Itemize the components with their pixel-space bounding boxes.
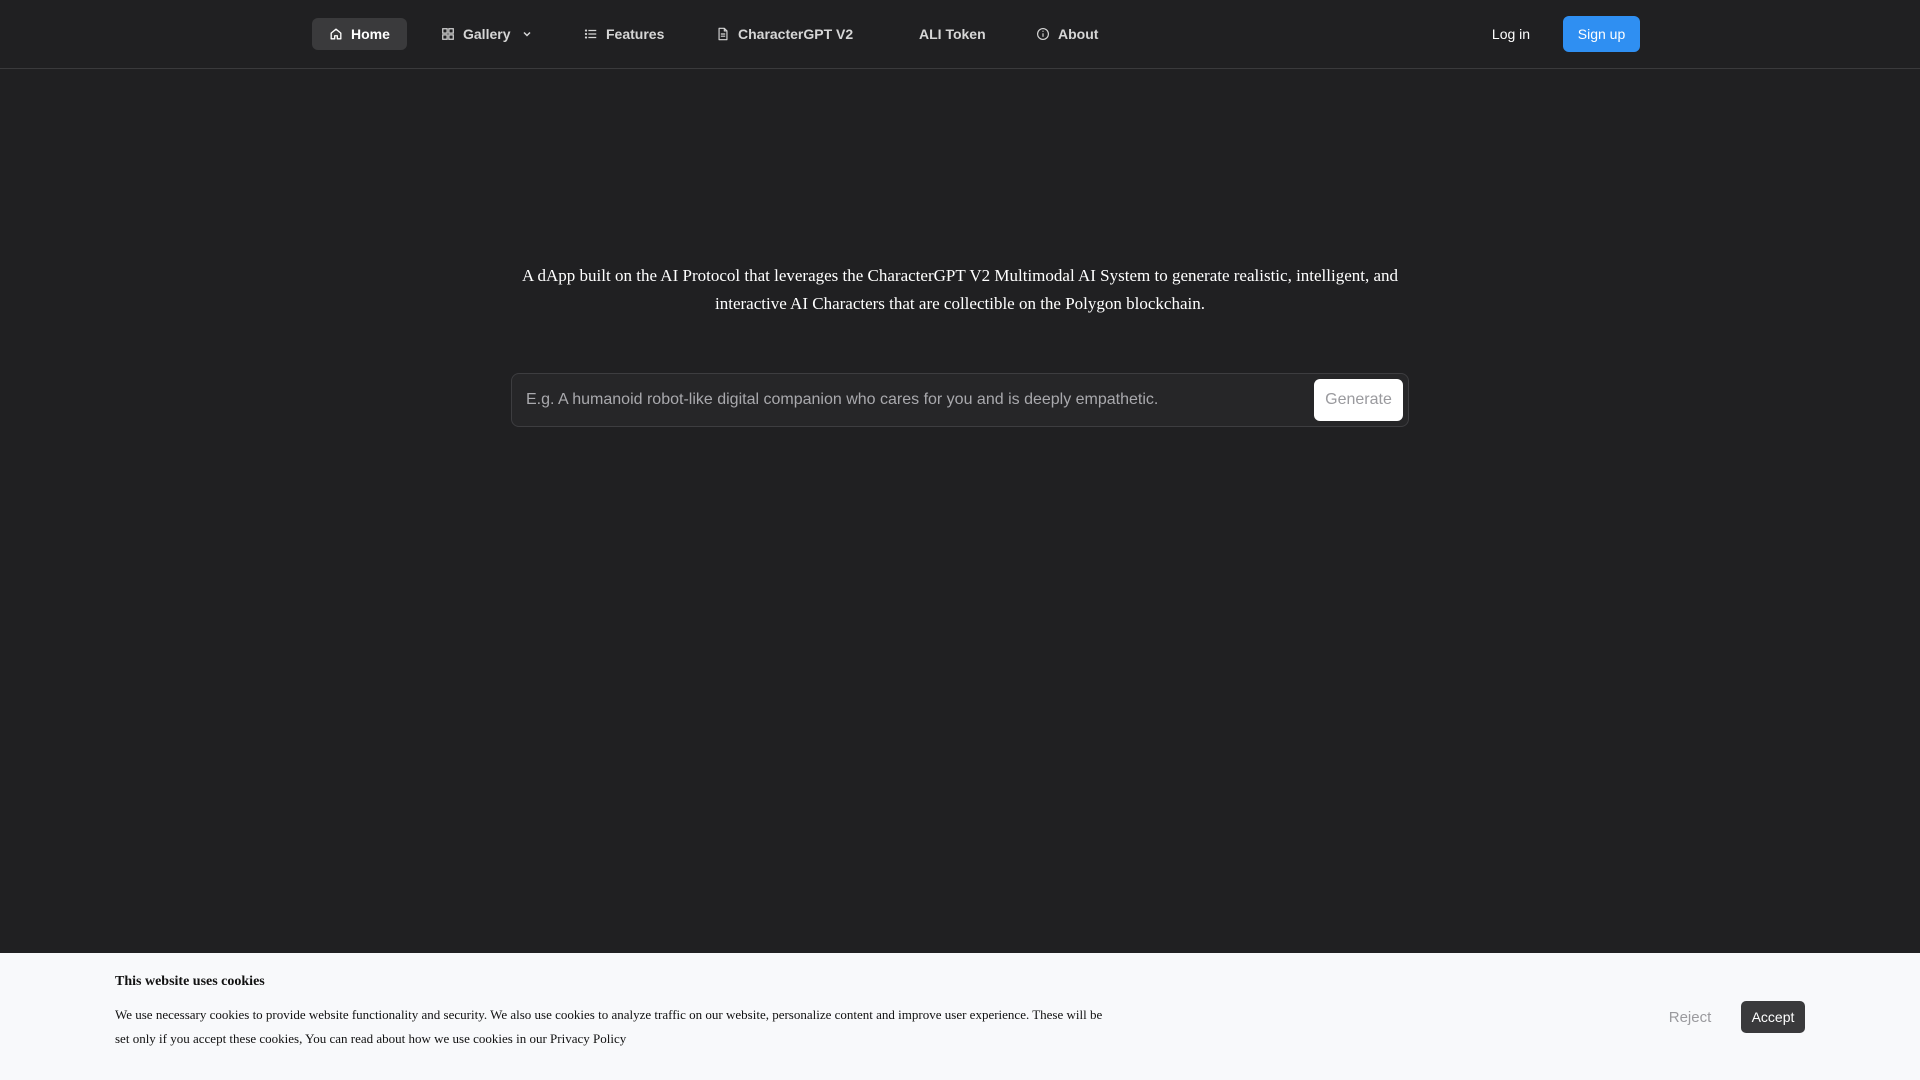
nav-item-label: Gallery bbox=[463, 26, 511, 42]
prompt-input[interactable] bbox=[526, 384, 1316, 416]
home-icon bbox=[329, 27, 343, 41]
reject-cookies-button[interactable]: Reject bbox=[1652, 1001, 1728, 1033]
nav-item-label: About bbox=[1058, 26, 1099, 42]
nav-item-about[interactable]: About bbox=[1019, 18, 1115, 50]
nav-item-label: Features bbox=[606, 26, 665, 42]
document-icon bbox=[716, 27, 730, 41]
nav-item-gallery[interactable]: Gallery bbox=[424, 18, 549, 50]
nav-item-features[interactable]: Features bbox=[567, 18, 681, 50]
hero-tagline: A dApp built on the AI Protocol that lev… bbox=[521, 266, 1399, 313]
list-icon bbox=[584, 27, 598, 41]
cookie-banner: This website uses cookies We use necessa… bbox=[0, 953, 1920, 1080]
prompt-form: Generate bbox=[511, 373, 1409, 427]
nav-item-label: CharacterGPT V2 bbox=[738, 26, 854, 42]
page: Home Gallery Features CharacterGPT V2 AL bbox=[0, 0, 1920, 1080]
signup-button[interactable]: Sign up bbox=[1563, 16, 1640, 52]
nav-item-charactergpt-v2[interactable]: CharacterGPT V2 bbox=[699, 18, 870, 50]
info-icon bbox=[1036, 27, 1050, 41]
chevron-down-icon bbox=[522, 29, 532, 39]
grid-icon bbox=[441, 27, 455, 41]
cookie-banner-title: This website uses cookies bbox=[115, 974, 265, 989]
nav-item-ali-token[interactable]: ALI Token bbox=[902, 18, 1003, 50]
login-link[interactable]: Log in bbox=[1478, 18, 1544, 50]
nav-item-home[interactable]: Home bbox=[312, 18, 407, 50]
accept-cookies-button[interactable]: Accept bbox=[1741, 1001, 1805, 1033]
top-navigation: Home Gallery Features CharacterGPT V2 AL bbox=[0, 0, 1920, 69]
cookie-banner-text: We use necessary cookies to provide webs… bbox=[115, 1007, 1103, 1046]
nav-item-label: ALI Token bbox=[919, 26, 986, 42]
nav-item-label: Home bbox=[351, 26, 390, 42]
generate-button[interactable]: Generate bbox=[1314, 379, 1403, 421]
